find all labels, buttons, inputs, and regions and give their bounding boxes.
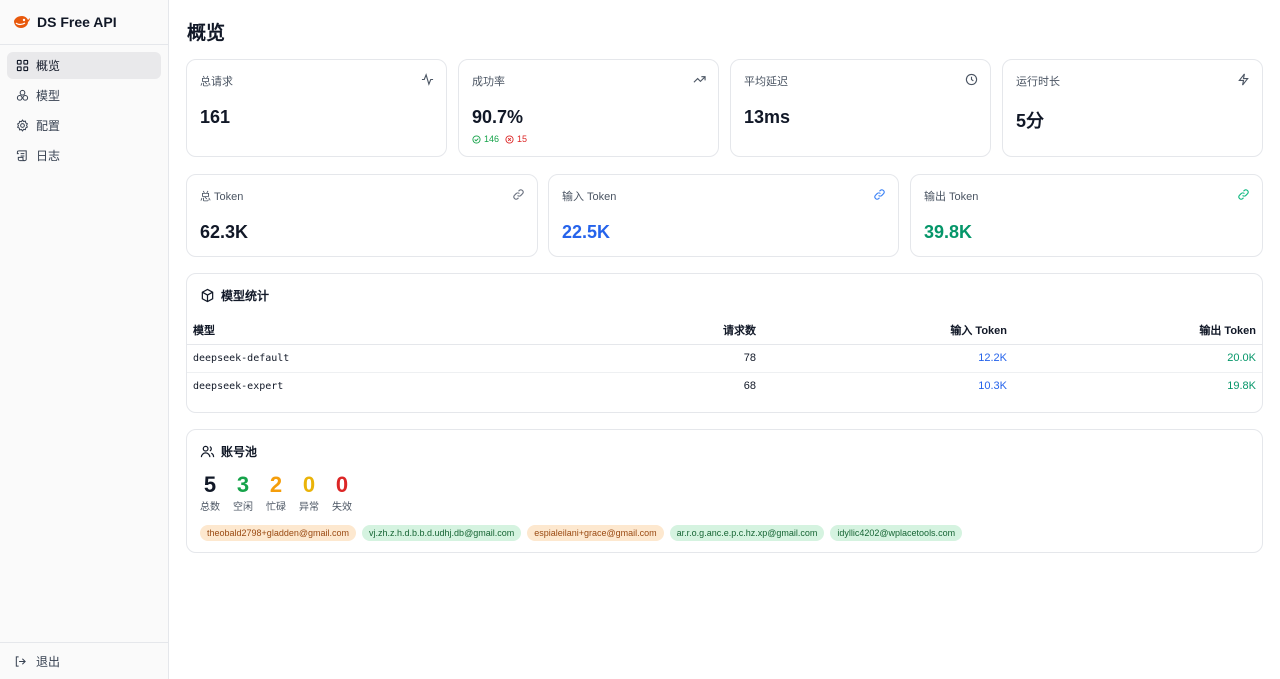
- account-badge: idyllic4202@wplacetools.com: [830, 525, 963, 541]
- brand: DS Free API: [0, 0, 168, 45]
- model-stats-table: 模型 请求数 输入 Token 输出 Token deepseek-defaul…: [187, 316, 1262, 400]
- cell-input: 12.2K: [762, 344, 1013, 373]
- token-card-input: 输入 Token 22.5K: [548, 174, 899, 257]
- cell-output: 20.0K: [1013, 344, 1262, 373]
- cell-requests: 78: [567, 344, 762, 373]
- col-output-token: 输出 Token: [1013, 316, 1262, 345]
- cell-requests: 68: [743, 380, 756, 393]
- scroll-icon: [16, 149, 29, 162]
- cell-model: deepseek-expert: [193, 380, 284, 392]
- sidebar-item-logs[interactable]: 日志: [7, 142, 161, 169]
- pool-stat-total: 5 总数: [200, 472, 220, 513]
- stat-value: 13ms: [744, 107, 791, 127]
- col-requests: 请求数: [567, 316, 762, 345]
- sidebar-item-label: 日志: [36, 149, 61, 163]
- account-badge: vj.zh.z.h.d.b.b.d.udhj.db@gmail.com: [362, 525, 522, 541]
- stat-card-uptime: 运行时长 5分: [1002, 59, 1263, 157]
- token-label: 输出 Token: [924, 191, 979, 203]
- stat-value: 161: [200, 107, 231, 127]
- stat-value: 90.7%: [472, 107, 524, 127]
- token-label: 输入 Token: [562, 191, 617, 203]
- logout-label: 退出: [36, 654, 61, 669]
- logout-icon: [14, 655, 27, 668]
- cell-input: 10.3K: [978, 380, 1007, 393]
- users-icon: [200, 445, 215, 458]
- model-stats-card: 模型统计 模型 请求数 输入 Token 输出 Token deepseek-d…: [186, 273, 1263, 413]
- model-stats-title: 模型统计: [221, 289, 270, 303]
- stat-card-avg-latency: 平均延迟 13ms: [730, 59, 991, 157]
- link-icon: [1237, 188, 1250, 201]
- cube-icon: [201, 288, 214, 303]
- link-icon: [512, 188, 525, 201]
- account-badge: ar.r.o.g.anc.e.p.c.hz.xp@gmail.com: [669, 525, 825, 541]
- whale-logo-icon: [12, 12, 32, 32]
- sidebar-item-label: 模型: [36, 89, 61, 103]
- clock-icon: [965, 73, 978, 86]
- success-count: 146: [472, 134, 499, 144]
- sidebar-item-config[interactable]: 配置: [7, 112, 161, 139]
- account-pool-header: 账号池: [200, 443, 257, 460]
- grid-icon: [16, 59, 29, 72]
- success-fail-summary: 146 15: [472, 134, 527, 144]
- token-card-total: 总 Token 62.3K: [186, 174, 538, 257]
- sidebar: DS Free API 概览 模型 配置 日志 退出: [0, 0, 169, 679]
- stat-value: 5分: [1016, 111, 1045, 131]
- stat-card-total-requests: 总请求 161: [186, 59, 447, 157]
- stat-label: 平均延迟: [744, 76, 788, 88]
- sidebar-item-overview[interactable]: 概览: [7, 52, 161, 79]
- check-circle-icon: [472, 134, 481, 144]
- page-title: 概览: [187, 23, 226, 44]
- activity-icon: [421, 73, 434, 86]
- trending-up-icon: [693, 73, 706, 86]
- pool-stat-busy: 2 忙碌: [266, 472, 286, 513]
- token-card-output: 输出 Token 39.8K: [910, 174, 1263, 257]
- stat-label: 成功率: [472, 76, 505, 88]
- sidebar-nav: 概览 模型 配置 日志: [0, 45, 168, 179]
- col-model: 模型: [187, 316, 567, 345]
- pool-stat-idle: 3 空闲: [233, 472, 253, 513]
- stat-label: 运行时长: [1016, 76, 1060, 88]
- table-row: deepseek-expert 68 10.3K 19.8K: [187, 372, 1262, 400]
- sidebar-item-label: 概览: [36, 59, 61, 73]
- stat-label: 总请求: [200, 76, 233, 88]
- pool-stat-invalid: 0 失效: [332, 472, 352, 513]
- account-pool-title: 账号池: [221, 445, 258, 459]
- col-input-token: 输入 Token: [762, 316, 1013, 345]
- boxes-icon: [16, 89, 29, 102]
- stat-card-success-rate: 成功率 90.7% 146 15: [458, 59, 719, 157]
- sidebar-item-models[interactable]: 模型: [7, 82, 161, 109]
- logout-button[interactable]: 退出: [0, 642, 168, 679]
- x-circle-icon: [505, 134, 514, 144]
- account-badge: espialeilani+grace@gmail.com: [527, 525, 664, 541]
- bolt-icon: [1237, 73, 1250, 86]
- token-label: 总 Token: [200, 191, 244, 203]
- cell-output: 19.8K: [1227, 380, 1256, 393]
- app-name: DS Free API: [37, 14, 117, 30]
- account-list: theobald2798+gladden@gmail.com vj.zh.z.h…: [200, 525, 968, 541]
- model-stats-header: 模型统计: [200, 287, 269, 304]
- token-value: 22.5K: [562, 222, 611, 242]
- token-value: 62.3K: [200, 222, 249, 242]
- account-pool-card: 账号池 5 总数 3 空闲 2 忙碌 0 异常 0 失效 theobald279…: [186, 429, 1263, 553]
- cell-model: deepseek-default: [187, 344, 567, 373]
- fail-count: 15: [505, 134, 527, 144]
- token-value: 39.8K: [924, 222, 973, 242]
- pool-stats: 5 总数 3 空闲 2 忙碌 0 异常 0 失效: [200, 472, 365, 513]
- pool-stat-error: 0 异常: [299, 472, 319, 513]
- link-icon: [873, 188, 886, 201]
- table-row: deepseek-default 78 12.2K 20.0K: [187, 344, 1262, 373]
- table-header-row: 模型 请求数 输入 Token 输出 Token: [187, 316, 1262, 345]
- account-badge: theobald2798+gladden@gmail.com: [200, 525, 356, 541]
- sidebar-item-label: 配置: [36, 119, 61, 133]
- gear-icon: [16, 119, 29, 132]
